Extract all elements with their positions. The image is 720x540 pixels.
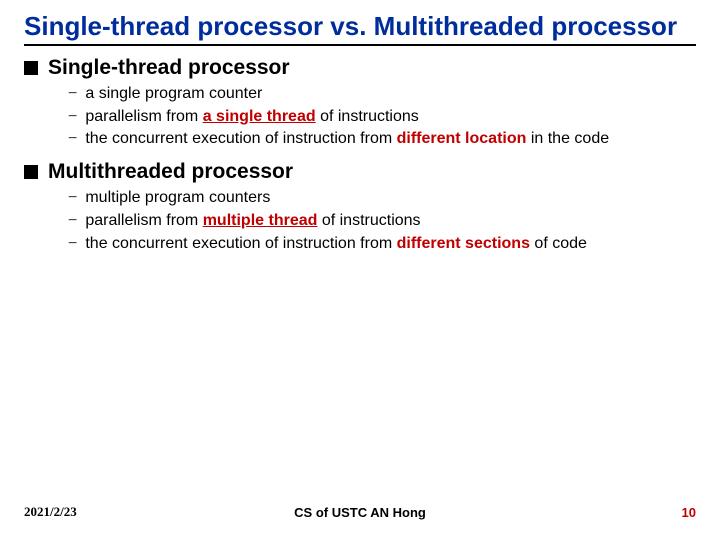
dash-icon: − (68, 188, 77, 209)
list-item: − parallelism from a single thread of in… (68, 107, 696, 128)
dash-icon: − (68, 84, 77, 105)
dash-icon: − (68, 234, 77, 255)
item-text: parallelism from multiple thread of inst… (85, 211, 420, 232)
footer: 2021/2/23 CS of USTC AN Hong 10 (24, 504, 696, 520)
slide-title: Single-thread processor vs. Multithreade… (24, 12, 696, 46)
list-item: − parallelism from multiple thread of in… (68, 211, 696, 232)
section-2-heading: Multithreaded processor (24, 160, 696, 184)
list-item: − the concurrent execution of instructio… (68, 234, 696, 255)
list-item: − the concurrent execution of instructio… (68, 129, 696, 150)
footer-date: 2021/2/23 (24, 504, 77, 520)
dash-icon: − (68, 211, 77, 232)
section-1-list: − a single program counter − parallelism… (68, 84, 696, 150)
item-text: multiple program counters (85, 188, 270, 209)
section-2-heading-text: Multithreaded processor (48, 160, 293, 184)
section-1-heading: Single-thread processor (24, 56, 696, 80)
list-item: − multiple program counters (68, 188, 696, 209)
bullet-square-icon (24, 61, 38, 75)
footer-center: CS of USTC AN Hong (294, 505, 426, 520)
dash-icon: − (68, 129, 77, 150)
item-text: the concurrent execution of instruction … (85, 234, 587, 255)
section-2: Multithreaded processor − multiple progr… (24, 160, 696, 254)
section-1: Single-thread processor − a single progr… (24, 56, 696, 150)
section-1-heading-text: Single-thread processor (48, 56, 290, 80)
list-item: − a single program counter (68, 84, 696, 105)
section-2-list: − multiple program counters − parallelis… (68, 188, 696, 254)
bullet-square-icon (24, 165, 38, 179)
item-text: a single program counter (85, 84, 262, 105)
item-text: the concurrent execution of instruction … (85, 129, 609, 150)
dash-icon: − (68, 107, 77, 128)
footer-page-number: 10 (682, 505, 696, 520)
item-text: parallelism from a single thread of inst… (85, 107, 418, 128)
